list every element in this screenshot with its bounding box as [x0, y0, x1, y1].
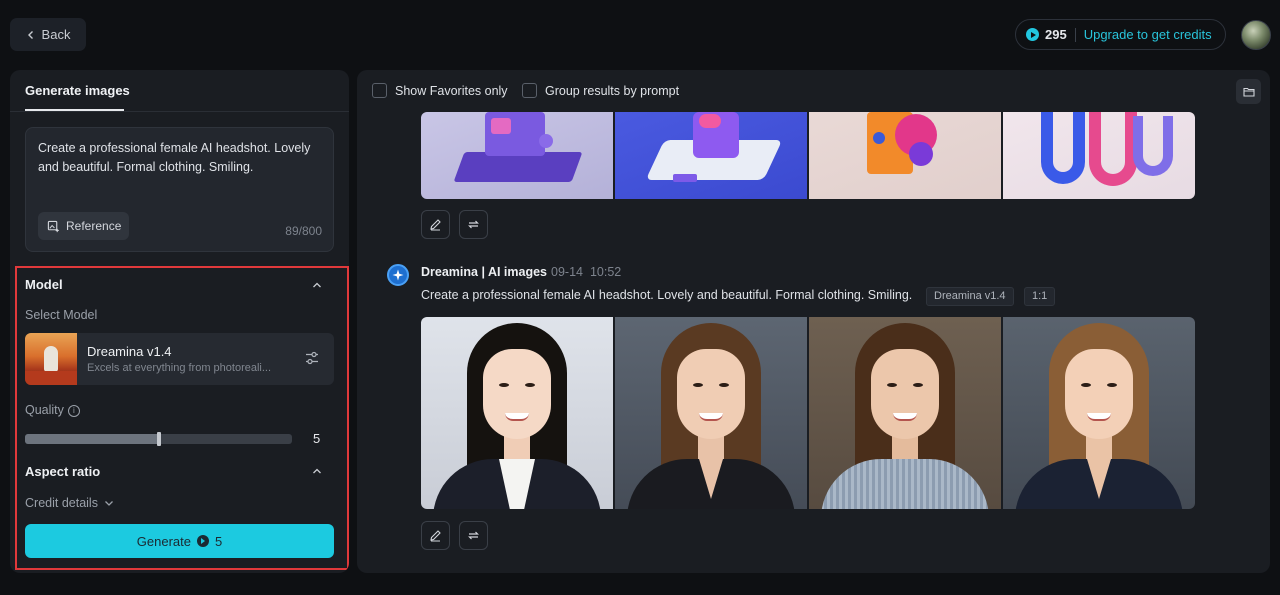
show-favorites-label: Show Favorites only: [395, 83, 508, 98]
image-grid: [421, 317, 1195, 509]
sliders-icon[interactable]: [304, 350, 320, 366]
time-text: 10:52: [589, 265, 622, 279]
edit-button[interactable]: [421, 210, 450, 239]
generate-cost: 5: [214, 533, 223, 549]
generate-panel: Generate images Create a professional fe…: [10, 70, 349, 573]
dreamina-logo-icon: [387, 264, 409, 286]
edit-icon: [430, 530, 441, 542]
quality-slider-fill: [25, 434, 159, 444]
credit-icon: [1026, 28, 1039, 41]
model-description: Excels at everything from photoreali...: [87, 362, 272, 374]
chevron-left-icon: [27, 30, 33, 39]
generated-image[interactable]: [1003, 112, 1195, 199]
results-panel: Show Favorites only Group results by pro…: [357, 70, 1270, 573]
tab-bar: Generate images: [10, 70, 349, 112]
generate-button[interactable]: Generate 5: [25, 524, 334, 558]
model-thumbnail: [25, 333, 77, 385]
regenerate-button[interactable]: [459, 210, 488, 239]
generated-image[interactable]: [615, 317, 807, 509]
regenerate-icon: [468, 531, 479, 540]
divider: [1074, 27, 1076, 42]
generated-image[interactable]: [1003, 317, 1195, 509]
date-text: 09-14: [551, 265, 583, 279]
prompt-text: Create a professional female AI headshot…: [421, 288, 913, 302]
checkbox[interactable]: [372, 83, 387, 98]
quality-slider-handle[interactable]: [157, 432, 161, 446]
reference-button[interactable]: Reference: [38, 212, 129, 240]
generated-image[interactable]: [809, 112, 1001, 199]
generated-image[interactable]: [809, 317, 1001, 509]
quality-value: 5: [313, 431, 321, 446]
edit-button[interactable]: [421, 521, 450, 550]
prompt-input[interactable]: Create a professional female AI headshot…: [25, 127, 334, 252]
char-count: 89/800: [285, 224, 322, 238]
credit-icon: [196, 535, 209, 547]
credit-count: 295: [1045, 27, 1067, 42]
chevron-up-icon[interactable]: [312, 466, 322, 476]
tab-generate-images[interactable]: Generate images: [25, 83, 130, 98]
model-section-title: Model: [25, 277, 63, 292]
regenerate-icon: [468, 220, 479, 229]
bot-name: Dreamina | AI images: [421, 265, 548, 279]
quality-label: Quality i: [25, 403, 80, 417]
edit-icon: [430, 219, 441, 231]
upgrade-link[interactable]: Upgrade to get credits: [1084, 27, 1212, 42]
prompt-text[interactable]: Create a professional female AI headshot…: [38, 139, 323, 177]
folder-button[interactable]: [1236, 79, 1261, 104]
generated-image[interactable]: [421, 317, 613, 509]
folder-icon: [1242, 87, 1255, 97]
select-model-label: Select Model: [25, 308, 98, 322]
generated-image[interactable]: [421, 112, 613, 199]
image-add-icon: [47, 220, 59, 232]
quality-slider[interactable]: [25, 432, 292, 446]
generated-image[interactable]: [615, 112, 807, 199]
checkbox[interactable]: [522, 83, 537, 98]
timestamp: 09-14 10:52: [551, 265, 621, 279]
model-tag: Dreamina v1.4: [926, 287, 1014, 306]
model-name: Dreamina v1.4: [87, 344, 172, 359]
back-button[interactable]: Back: [10, 18, 86, 51]
active-tab-indicator: [25, 109, 124, 111]
info-icon[interactable]: i: [67, 404, 80, 417]
aspect-ratio-title: Aspect ratio: [25, 464, 101, 479]
ratio-tag: 1:1: [1024, 287, 1056, 306]
group-results-checkbox[interactable]: Group results by prompt: [522, 83, 679, 98]
regenerate-button[interactable]: [459, 521, 488, 550]
chevron-down-icon: [104, 501, 113, 506]
chevron-up-icon[interactable]: [312, 280, 322, 290]
reference-label: Reference: [66, 219, 122, 233]
avatar[interactable]: [1241, 20, 1271, 50]
model-selector[interactable]: Dreamina v1.4 Excels at everything from …: [25, 333, 334, 385]
credits-pill: 295 Upgrade to get credits: [1015, 19, 1226, 50]
generate-label: Generate: [136, 533, 191, 549]
credit-details-toggle[interactable]: Credit details: [25, 496, 114, 510]
star-icon: [392, 269, 404, 281]
group-results-label: Group results by prompt: [545, 83, 680, 98]
quality-label-text: Quality: [25, 403, 64, 417]
image-grid-previous: [421, 112, 1195, 199]
back-label: Back: [41, 27, 71, 42]
show-favorites-checkbox[interactable]: Show Favorites only: [372, 83, 508, 98]
credit-details-label: Credit details: [25, 496, 98, 510]
